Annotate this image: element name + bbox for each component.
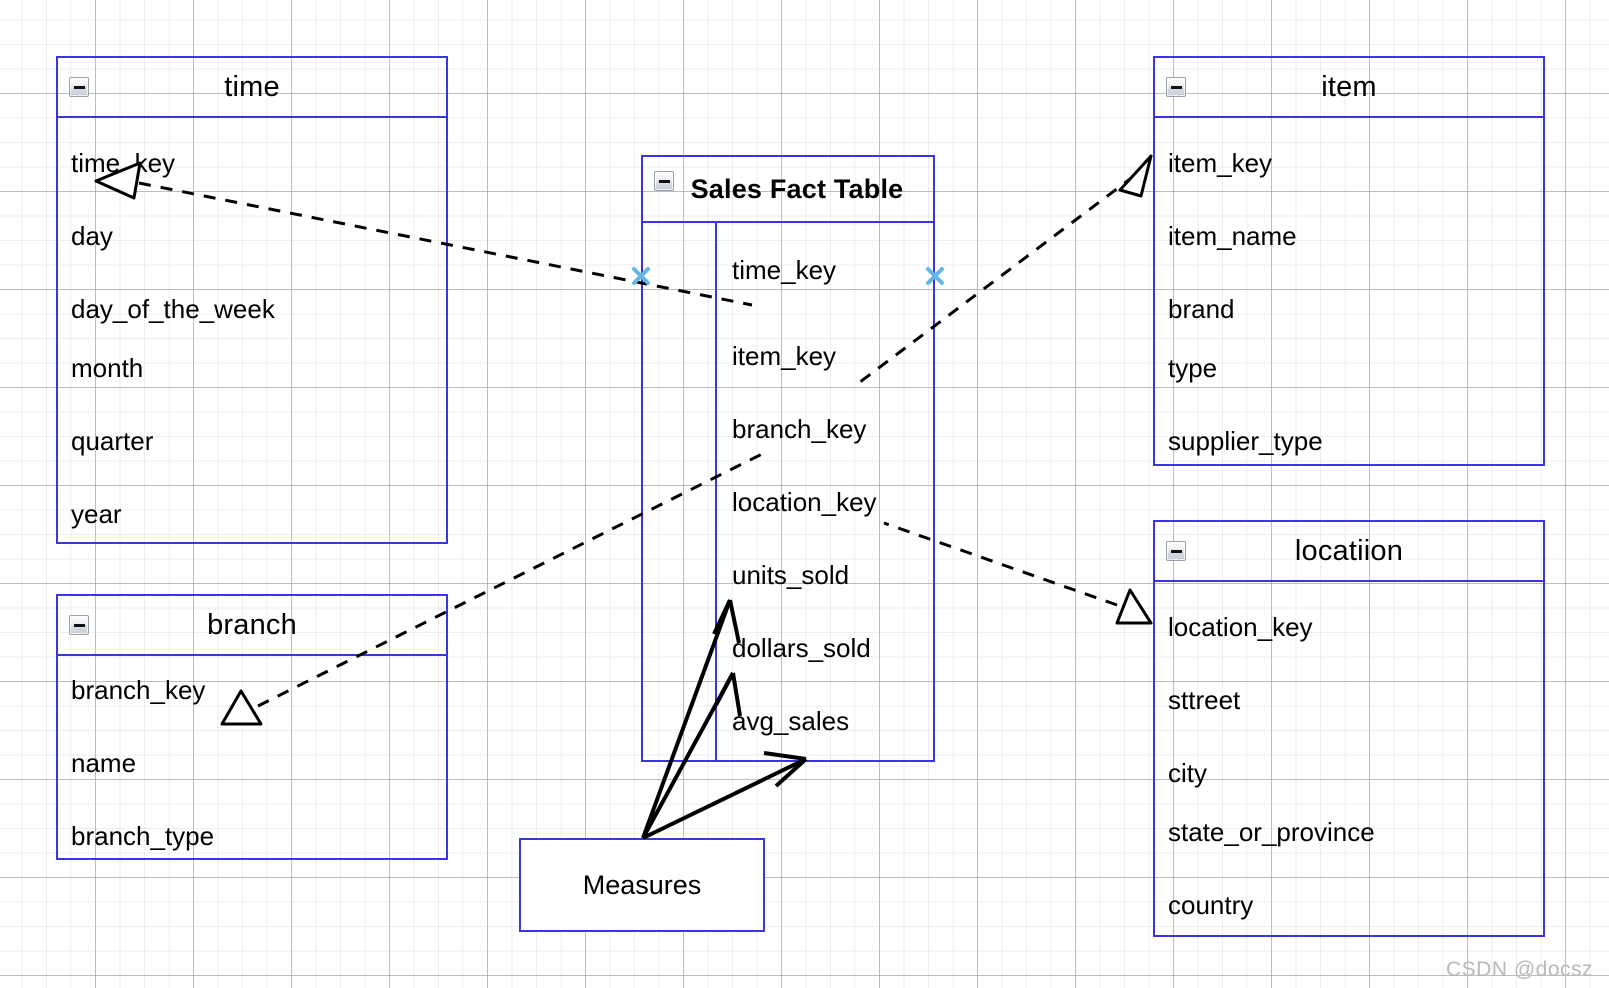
field-fact-branch_key: branch_key <box>732 414 867 444</box>
field-location-country: country <box>1168 890 1254 920</box>
entity-time-title: time <box>224 70 280 103</box>
relationship-measures-avg-sales <box>642 751 808 840</box>
entity-fact-body: time_key item_key branch_key location_ke… <box>643 223 933 760</box>
minus-icon[interactable] <box>1166 541 1186 561</box>
field-fact-item_key: item_key <box>732 341 837 371</box>
field-time-year: year <box>71 499 122 529</box>
field-time-day: day <box>71 221 113 251</box>
entity-location[interactable]: locatiion location_key sttreet city stat… <box>1153 520 1545 937</box>
field-time-month: month <box>71 353 144 383</box>
entity-location-header: locatiion <box>1155 522 1543 582</box>
field-location-location_key: location_key <box>1168 612 1313 642</box>
field-branch-branch_key: branch_key <box>71 675 206 705</box>
field-fact-time_key: time_key <box>732 255 837 285</box>
minus-icon[interactable] <box>69 615 89 635</box>
diagram-canvas: time time_key day day_of_the_week month … <box>0 0 1609 988</box>
entity-sales-fact-table[interactable]: Sales Fact Table time_key item_key branc… <box>641 155 935 762</box>
field-fact-units_sold: units_sold <box>732 560 850 590</box>
field-time-time_key: time_key <box>71 148 176 178</box>
field-item-item_name: item_name <box>1168 221 1297 251</box>
measures-label: Measures <box>582 869 702 900</box>
entity-time-body: time_key day day_of_the_week month quart… <box>58 118 446 542</box>
field-time-day_of_the_week: day_of_the_week <box>71 294 275 324</box>
field-item-brand: brand <box>1168 294 1235 324</box>
field-location-sttreet: sttreet <box>1168 685 1241 715</box>
entity-item[interactable]: item item_key item_name brand type suppl… <box>1153 56 1545 466</box>
field-time-quarter: quarter <box>71 426 154 456</box>
field-item-item_key: item_key <box>1168 148 1273 178</box>
minus-icon[interactable] <box>69 77 89 97</box>
entity-location-title: locatiion <box>1294 534 1404 567</box>
entity-fact-title: Sales Fact Table <box>690 173 904 204</box>
entity-location-body: location_key sttreet city state_or_provi… <box>1155 582 1543 935</box>
minus-icon[interactable] <box>654 171 674 191</box>
entity-time-header: time <box>58 58 446 118</box>
entity-branch-header: branch <box>58 596 446 656</box>
field-branch-name: name <box>71 748 137 778</box>
entity-branch[interactable]: branch branch_key name branch_type <box>56 594 448 860</box>
field-fact-location_key: location_key <box>732 487 877 517</box>
fact-table-column-divider <box>715 223 717 760</box>
field-location-city: city <box>1168 758 1207 788</box>
watermark: CSDN @docsz <box>1445 958 1593 981</box>
entity-time[interactable]: time time_key day day_of_the_week month … <box>56 56 448 544</box>
entity-fact-header: Sales Fact Table <box>643 157 933 223</box>
entity-item-header: item <box>1155 58 1543 118</box>
entity-branch-body: branch_key name branch_type <box>58 656 446 858</box>
field-item-type: type <box>1168 353 1218 383</box>
field-fact-dollars_sold: dollars_sold <box>732 633 871 663</box>
entity-item-title: item <box>1321 70 1377 103</box>
field-location-state_or_province: state_or_province <box>1168 817 1375 847</box>
entity-branch-title: branch <box>207 608 297 641</box>
entity-item-body: item_key item_name brand type supplier_t… <box>1155 118 1543 464</box>
minus-icon[interactable] <box>1166 77 1186 97</box>
field-branch-branch_type: branch_type <box>71 821 215 851</box>
measures-box[interactable]: Measures <box>519 838 765 932</box>
field-fact-avg_sales: avg_sales <box>732 706 850 736</box>
field-item-supplier_type: supplier_type <box>1168 426 1323 456</box>
